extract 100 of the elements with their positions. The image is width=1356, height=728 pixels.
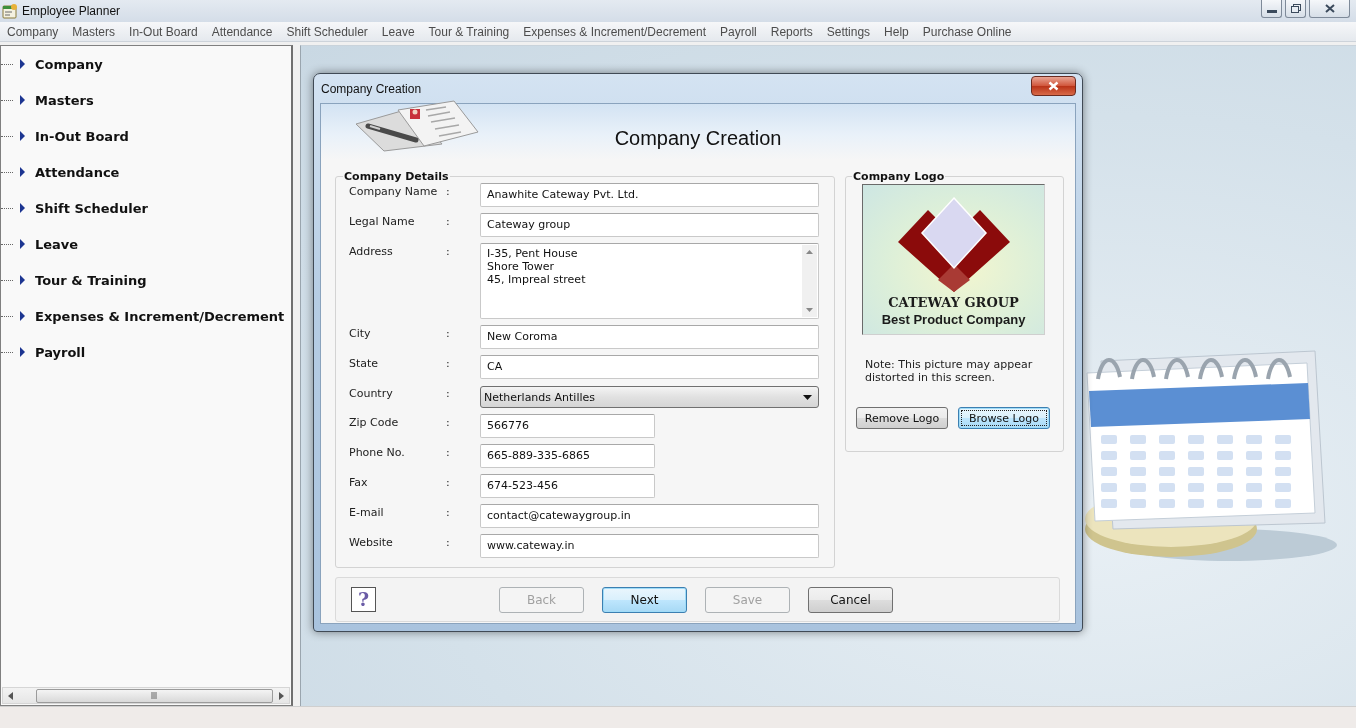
menu-item[interactable]: In-Out Board <box>122 22 205 41</box>
expand-arrow-icon[interactable] <box>19 167 26 177</box>
label-colon: : <box>446 356 451 372</box>
scroll-up-icon[interactable] <box>806 250 813 254</box>
tree-connector-line <box>1 315 13 317</box>
scroll-down-icon[interactable] <box>806 308 813 312</box>
tree-connector-line <box>1 135 13 137</box>
menu-item[interactable]: Reports <box>763 22 820 41</box>
text-field[interactable]: CA <box>480 355 819 379</box>
horizontal-scrollbar[interactable] <box>2 687 290 704</box>
tree-item[interactable]: Payroll <box>35 344 86 360</box>
tree-item[interactable]: In-Out Board <box>35 128 129 144</box>
scrollbar-thumb[interactable] <box>36 688 273 703</box>
restore-icon <box>1290 4 1301 13</box>
tree-item[interactable]: Company <box>35 56 103 72</box>
tree-connector-line <box>1 63 13 65</box>
help-button[interactable]: ? <box>351 587 376 612</box>
field-label: City <box>349 326 372 342</box>
tree-connector-line <box>1 207 13 209</box>
tree-connector-line <box>1 99 13 101</box>
field-label: Legal Name <box>349 214 416 230</box>
app-icon <box>2 3 18 19</box>
tree-connector-line <box>1 171 13 173</box>
expand-arrow-icon[interactable] <box>19 203 26 213</box>
scroll-right-icon[interactable] <box>278 691 285 700</box>
field-label: Address <box>349 244 394 260</box>
close-window-button[interactable] <box>1309 0 1350 18</box>
tree-connector-line <box>1 279 13 281</box>
remove-logo-button[interactable]: Remove Logo <box>856 407 948 429</box>
tree-item[interactable]: Attendance <box>35 164 120 180</box>
label-colon: : <box>446 184 451 200</box>
field-label: State <box>349 356 380 372</box>
field-label: E-mail <box>349 505 385 521</box>
label-colon: : <box>446 475 451 491</box>
browse-logo-button[interactable]: Browse Logo <box>958 407 1050 429</box>
scroll-left-icon[interactable] <box>7 691 14 700</box>
text-field[interactable]: Anawhite Cateway Pvt. Ltd. <box>480 183 819 207</box>
close-icon <box>1324 4 1335 13</box>
field-label: Company Name <box>349 184 439 200</box>
group-title: Company Details <box>343 170 450 183</box>
text-field[interactable]: 566776 <box>480 414 655 438</box>
text-field[interactable]: www.cateway.in <box>480 534 819 558</box>
menu-item[interactable]: Help <box>877 22 916 41</box>
menu-item[interactable]: Payroll <box>713 22 764 41</box>
menu-item[interactable]: Attendance <box>204 22 280 41</box>
menu-item[interactable]: Purchase Online <box>915 22 1019 41</box>
text-field[interactable]: 674-523-456 <box>480 474 655 498</box>
tree-item[interactable]: Shift Scheduler <box>35 200 148 216</box>
minimize-button[interactable] <box>1261 0 1282 18</box>
menu-item[interactable]: Expenses & Increment/Decrement <box>516 22 714 41</box>
diamond-icon <box>897 196 1010 292</box>
text-field[interactable]: Cateway group <box>480 213 819 237</box>
picture-note: Note: This picture may appear distorted in this screen. <box>865 358 1034 384</box>
menu-item[interactable]: Masters <box>65 22 123 41</box>
tree-item[interactable]: Leave <box>35 236 79 252</box>
dialog-title: Company Creation <box>321 82 422 96</box>
expand-arrow-icon[interactable] <box>19 347 26 357</box>
tree-connector-line <box>1 243 13 245</box>
label-colon: : <box>446 445 451 461</box>
country-dropdown[interactable]: Netherlands Antilles <box>480 386 819 408</box>
text-field[interactable]: 665-889-335-6865 <box>480 444 655 468</box>
field-label: Fax <box>349 475 369 491</box>
menu-item[interactable]: Shift Scheduler <box>279 22 375 41</box>
dialog-heading: Company Creation <box>614 126 782 151</box>
menu-item[interactable]: Leave <box>374 22 422 41</box>
restore-button[interactable] <box>1285 0 1306 18</box>
grip-icon <box>151 692 158 699</box>
address-field[interactable]: I-35, Pent House Shore Tower 45, Impreal street <box>480 243 819 319</box>
tree-connector-line <box>1 351 13 353</box>
expand-arrow-icon[interactable] <box>19 239 26 249</box>
close-button[interactable] <box>1031 76 1076 96</box>
logo-tagline: Best Product Company <box>881 311 1026 328</box>
menu-item[interactable]: Settings <box>819 22 878 41</box>
label-colon: : <box>446 244 451 260</box>
field-label: Website <box>349 535 394 551</box>
label-colon: : <box>446 326 451 342</box>
menu-item[interactable]: Tour & Training <box>421 22 517 41</box>
label-colon: : <box>446 505 451 521</box>
vertical-scrollbar[interactable] <box>802 245 817 317</box>
expand-arrow-icon[interactable] <box>19 59 26 69</box>
text-field[interactable]: contact@catewaygroup.in <box>480 504 819 528</box>
tree-item[interactable]: Tour & Training <box>35 272 147 288</box>
expand-arrow-icon[interactable] <box>19 275 26 285</box>
group-title: Company Logo <box>852 170 946 183</box>
field-label: Zip Code <box>349 415 400 431</box>
label-colon: : <box>446 214 451 230</box>
label-colon: : <box>446 415 451 431</box>
expand-arrow-icon[interactable] <box>19 95 26 105</box>
expand-arrow-icon[interactable] <box>19 311 26 321</box>
label-colon: : <box>446 386 451 402</box>
text-field[interactable]: New Coroma <box>480 325 819 349</box>
close-icon <box>1048 81 1059 91</box>
menu-item[interactable]: Company <box>0 22 66 41</box>
next-button[interactable]: Next <box>602 586 687 613</box>
window-title: Employee Planner <box>22 4 122 18</box>
tree-item[interactable]: Masters <box>35 92 94 108</box>
expand-arrow-icon[interactable] <box>19 131 26 141</box>
caret-icon <box>803 394 812 400</box>
cancel-button[interactable]: Cancel <box>808 586 893 613</box>
tree-item[interactable]: Expenses & Increment/Decrement <box>35 308 285 324</box>
